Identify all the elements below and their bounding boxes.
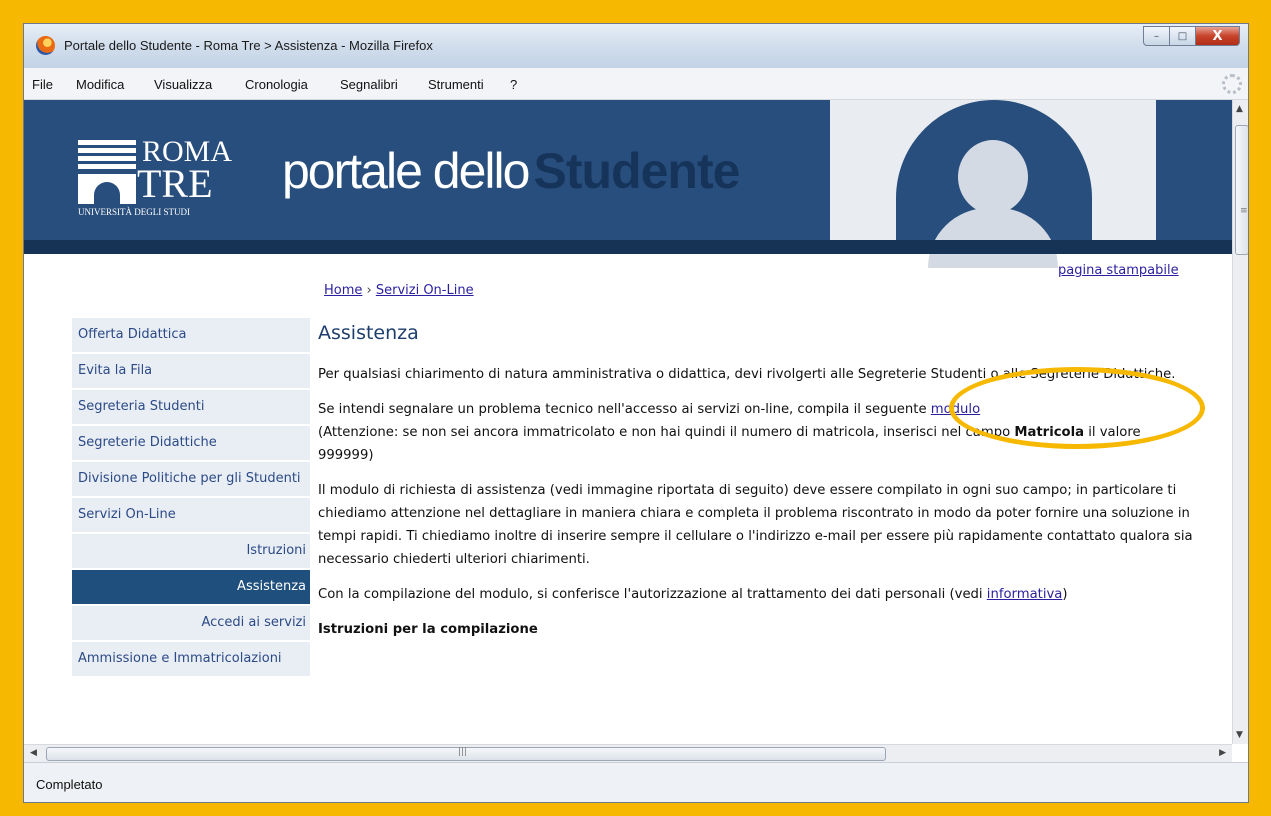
banner-strip [24, 240, 1232, 254]
minimize-button[interactable]: – [1143, 26, 1170, 46]
title-bar: Portale dello Studente - Roma Tre > Assi… [24, 24, 1248, 68]
breadcrumb: Home › Servizi On-Line [324, 283, 474, 298]
grip-h-icon: ||| [458, 747, 468, 757]
sidebar-item-offerta-didattica[interactable]: Offerta Didattica [72, 318, 310, 354]
printable-page-link[interactable]: pagina stampabile [1058, 263, 1179, 278]
status-text: Completato [36, 777, 103, 792]
menu-bar: File Modifica Visualizza Cronologia Segn… [24, 68, 1248, 100]
page-title: Assistenza [318, 322, 419, 344]
logo-tre: TRE [137, 161, 213, 206]
sidebar-subitem-assistenza[interactable]: Assistenza [72, 570, 310, 606]
person-silhouette-icon [958, 140, 1028, 214]
status-bar: Completato [24, 762, 1248, 802]
paragraph-4: Con la compilazione del modulo, si confe… [318, 587, 1068, 602]
breadcrumb-home[interactable]: Home [324, 283, 362, 298]
menu-help[interactable]: ? [510, 77, 517, 92]
menu-file[interactable]: File [32, 77, 53, 92]
menu-strumenti[interactable]: Strumenti [428, 77, 484, 92]
sidebar-item-segreterie-didattiche[interactable]: Segreterie Didattiche [72, 426, 310, 462]
window-title: Portale dello Studente - Roma Tre > Assi… [64, 38, 433, 53]
sidebar-item-ammissione[interactable]: Ammissione e Immatricolazioni [72, 642, 310, 678]
sidebar-item-servizi-online[interactable]: Servizi On-Line [72, 498, 310, 534]
close-button[interactable]: X [1196, 26, 1240, 46]
sidebar-subitem-accedi[interactable]: Accedi ai servizi [72, 606, 310, 642]
sidebar-item-divisione-politiche[interactable]: Divisione Politiche per gli Studenti [72, 462, 310, 498]
menu-visualizza[interactable]: Visualizza [154, 77, 212, 92]
firefox-icon [36, 36, 55, 55]
page-viewport: ROMA TRE UNIVERSITÀ DEGLI STUDI portale … [24, 100, 1232, 744]
sidebar-subitem-istruzioni[interactable]: Istruzioni [72, 534, 310, 570]
menu-segnalibri[interactable]: Segnalibri [340, 77, 398, 92]
menu-cronologia[interactable]: Cronologia [245, 77, 308, 92]
scroll-down-icon[interactable]: ▼ [1236, 730, 1243, 740]
menu-modifica[interactable]: Modifica [76, 77, 124, 92]
sidebar-item-evita-la-fila[interactable]: Evita la Fila [72, 354, 310, 390]
maximize-button[interactable]: □ [1170, 26, 1196, 46]
scroll-right-icon[interactable]: ▶ [1219, 748, 1226, 758]
site-title: portale dello Studente [282, 143, 740, 199]
scroll-up-icon[interactable]: ▲ [1236, 104, 1243, 114]
vertical-scrollbar[interactable]: ▲ ≡ ▼ [1232, 100, 1248, 744]
logo-arch-icon [78, 174, 136, 204]
site-banner: ROMA TRE UNIVERSITÀ DEGLI STUDI portale … [24, 100, 1232, 268]
window-controls: – □ X [1143, 26, 1240, 46]
highlight-annotation [949, 367, 1205, 449]
grip-icon: ≡ [1240, 206, 1248, 216]
vertical-scroll-thumb[interactable]: ≡ [1235, 125, 1248, 255]
sidebar-nav: Offerta Didattica Evita la Fila Segreter… [72, 318, 310, 678]
sidebar-item-segreteria-studenti[interactable]: Segreteria Studenti [72, 390, 310, 426]
browser-window: Portale dello Studente - Roma Tre > Assi… [23, 23, 1249, 803]
paragraph-3: Il modulo di richiesta di assistenza (ve… [318, 483, 1193, 567]
subheading-istruzioni: Istruzioni per la compilazione [318, 622, 538, 637]
scroll-left-icon[interactable]: ◀ [30, 748, 37, 758]
logo-university: UNIVERSITÀ DEGLI STUDI [78, 207, 190, 217]
horizontal-scrollbar[interactable]: ◀ ||| ▶ [24, 744, 1232, 762]
informativa-link[interactable]: informativa [987, 587, 1063, 602]
throbber-icon [1222, 74, 1242, 94]
breadcrumb-servizi[interactable]: Servizi On-Line [376, 283, 474, 298]
